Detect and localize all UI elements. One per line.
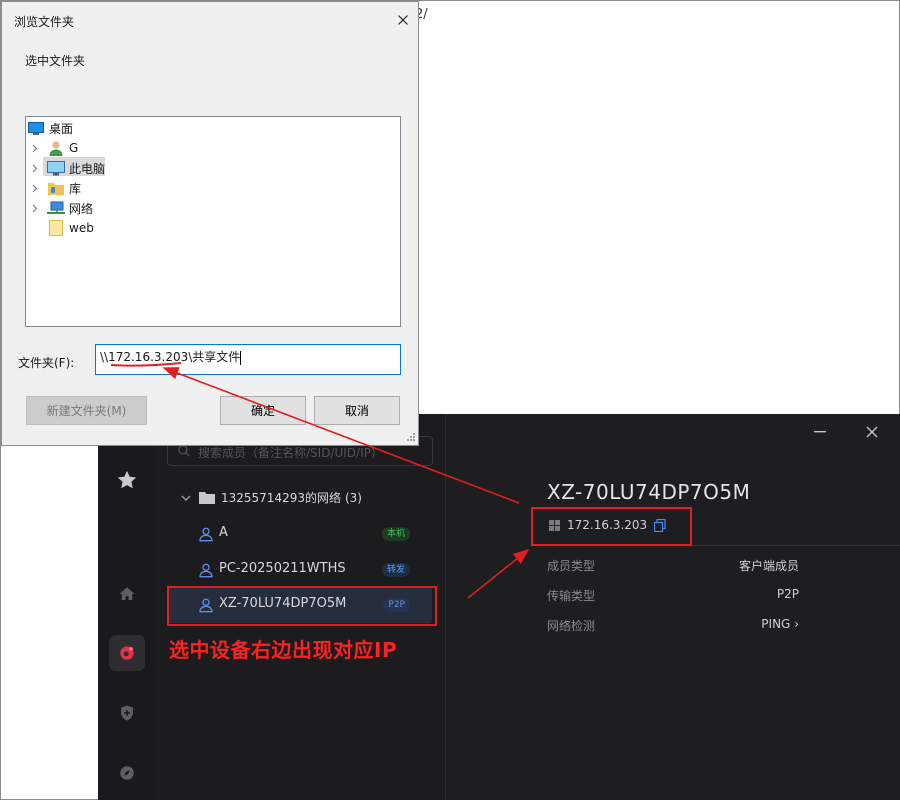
detail-row-transport: 传输类型 P2P bbox=[547, 587, 799, 604]
search-placeholder: 搜索成员（备注名称/SID/UID/IP） bbox=[198, 446, 383, 460]
folder-path-value: \\172.16.3.203\共享文件 bbox=[100, 350, 241, 364]
ip-highlight-box bbox=[531, 507, 692, 546]
new-folder-button[interactable]: 新建文件夹(M) bbox=[26, 396, 147, 425]
user-icon bbox=[199, 527, 213, 542]
browse-folder-dialog: 浏览文件夹 选中文件夹 桌面 G 此电脑 库 网络 web 文件夹(F): \\… bbox=[1, 1, 419, 446]
dialog-prompt: 选中文件夹 bbox=[25, 54, 86, 68]
dialog-close-button[interactable] bbox=[393, 10, 413, 30]
tree-item-label: 网络 bbox=[69, 201, 94, 216]
device-detail-title: XZ-70LU74DP7O5M bbox=[547, 480, 751, 504]
annotation-text: 选中设备右边出现对应IP bbox=[169, 638, 398, 662]
minimize-icon bbox=[814, 431, 826, 433]
device-name: PC-20250211WTHS bbox=[219, 561, 346, 576]
tree-item-label: 此电脑 bbox=[69, 161, 106, 176]
tree-item-web[interactable]: web bbox=[47, 219, 94, 237]
panel-divider bbox=[445, 414, 446, 800]
ok-button[interactable]: 确定 bbox=[220, 396, 306, 425]
desktop-icon bbox=[27, 120, 45, 136]
cancel-button[interactable]: 取消 bbox=[314, 396, 400, 425]
star-icon[interactable] bbox=[112, 465, 142, 495]
network-name: 13255714293的网络 bbox=[221, 491, 341, 505]
detail-row-member-type: 成员类型 客户端成员 bbox=[547, 557, 799, 574]
screenshot-root: 2/ 搜索成员（备注名称/SID/UID/IP） 13255714293的网络 … bbox=[0, 0, 900, 800]
network-count: (3) bbox=[344, 490, 362, 505]
folder-path-input[interactable]: \\172.16.3.203\共享文件 bbox=[95, 344, 401, 375]
shield-icon[interactable] bbox=[112, 698, 142, 728]
search-icon bbox=[178, 445, 190, 457]
tree-item-label: web bbox=[69, 221, 94, 235]
close-icon bbox=[866, 426, 878, 438]
tree-item-network[interactable]: 网络 bbox=[29, 199, 93, 217]
tree-item-this-pc[interactable]: 此电脑 bbox=[29, 159, 105, 177]
chevron-down-icon bbox=[181, 495, 191, 501]
detail-row-network-check[interactable]: 网络检测 PING › bbox=[547, 617, 799, 634]
detail-key: 成员类型 bbox=[547, 559, 596, 573]
compass-icon[interactable] bbox=[112, 758, 142, 788]
computer-icon bbox=[47, 160, 65, 176]
chevron-right-icon[interactable] bbox=[29, 144, 41, 153]
device-row-pc[interactable]: PC-20250211WTHS 转发 bbox=[168, 552, 432, 588]
library-icon bbox=[47, 180, 65, 196]
close-button[interactable] bbox=[857, 420, 887, 444]
local-badge: 本机 bbox=[381, 527, 410, 541]
chevron-right-icon[interactable] bbox=[29, 204, 41, 213]
tree-item-label: 库 bbox=[69, 181, 82, 196]
network-icon bbox=[47, 200, 65, 216]
network-group-row[interactable]: 13255714293的网络 (3) bbox=[181, 489, 362, 506]
chevron-right-icon: › bbox=[794, 617, 799, 631]
relay-badge: 转发 bbox=[381, 563, 410, 577]
detail-value: PING bbox=[761, 617, 791, 631]
selected-device-highlight-box bbox=[167, 586, 437, 626]
ping-link[interactable]: PING › bbox=[761, 617, 799, 634]
chevron-right-icon[interactable] bbox=[29, 164, 41, 173]
close-icon bbox=[398, 15, 408, 25]
detail-value: 客户端成员 bbox=[738, 559, 799, 573]
app-sidebar bbox=[98, 414, 155, 800]
tree-item-desktop[interactable]: 桌面 bbox=[27, 119, 73, 137]
tree-item-label: 桌面 bbox=[49, 121, 74, 136]
detail-key: 网络检测 bbox=[547, 619, 596, 633]
tree-item-library[interactable]: 库 bbox=[29, 179, 81, 197]
user-icon bbox=[199, 563, 213, 578]
detail-value: P2P bbox=[776, 587, 799, 601]
dialog-title: 浏览文件夹 bbox=[14, 15, 75, 29]
tree-item-g[interactable]: G bbox=[29, 139, 78, 157]
user-icon bbox=[47, 140, 65, 156]
folder-tree[interactable]: 桌面 G 此电脑 库 网络 web bbox=[25, 116, 401, 327]
folder-icon bbox=[199, 492, 215, 504]
home-icon[interactable] bbox=[112, 579, 142, 609]
resize-grip-icon[interactable] bbox=[406, 432, 416, 442]
folder-field-label: 文件夹(F): bbox=[18, 356, 75, 370]
detail-key: 传输类型 bbox=[547, 589, 596, 603]
network-node-icon[interactable] bbox=[112, 638, 142, 668]
tree-item-label: G bbox=[69, 141, 79, 155]
device-name: A bbox=[219, 525, 228, 540]
device-row-a[interactable]: A 本机 bbox=[168, 516, 432, 552]
minimize-button[interactable] bbox=[805, 420, 835, 444]
chevron-right-icon[interactable] bbox=[29, 184, 41, 193]
folder-icon bbox=[47, 220, 65, 236]
